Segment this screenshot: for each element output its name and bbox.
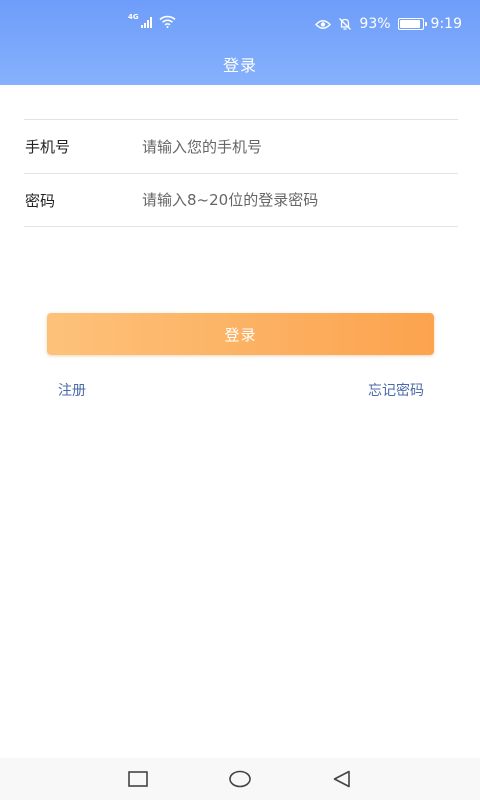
alarm-off-icon xyxy=(339,18,352,30)
password-label: 密码 xyxy=(25,191,56,210)
password-row: 密码 xyxy=(24,173,458,227)
login-form: 手机号 密码 xyxy=(24,119,458,227)
phone-input[interactable] xyxy=(142,137,458,156)
system-nav-bar xyxy=(0,758,480,800)
login-button[interactable]: 登录 xyxy=(47,313,434,355)
back-icon[interactable] xyxy=(327,766,357,792)
page-title: 登录 xyxy=(222,56,257,75)
home-icon[interactable] xyxy=(225,766,255,792)
phone-row: 手机号 xyxy=(24,119,458,173)
register-link[interactable]: 注册 xyxy=(58,380,86,400)
network-type: 4G xyxy=(128,12,139,21)
clock: 9:19 xyxy=(430,16,462,32)
password-input[interactable] xyxy=(142,191,458,209)
eye-icon xyxy=(315,19,332,29)
battery-percent: 93% xyxy=(359,16,391,32)
forgot-password-link[interactable]: 忘记密码 xyxy=(368,380,424,400)
phone-label: 手机号 xyxy=(25,138,71,156)
battery-fill xyxy=(399,20,420,28)
status-bar: 4G 93% 9:19 xyxy=(0,0,480,52)
status-right: 93% 9:19 xyxy=(315,16,462,32)
battery-icon xyxy=(397,18,427,30)
signal-icon xyxy=(140,16,152,28)
status-left: 4G xyxy=(128,12,176,28)
recent-apps-icon[interactable] xyxy=(123,766,153,792)
wifi-icon xyxy=(159,15,176,28)
header: 4G 93% 9:19 登录 xyxy=(0,0,480,85)
